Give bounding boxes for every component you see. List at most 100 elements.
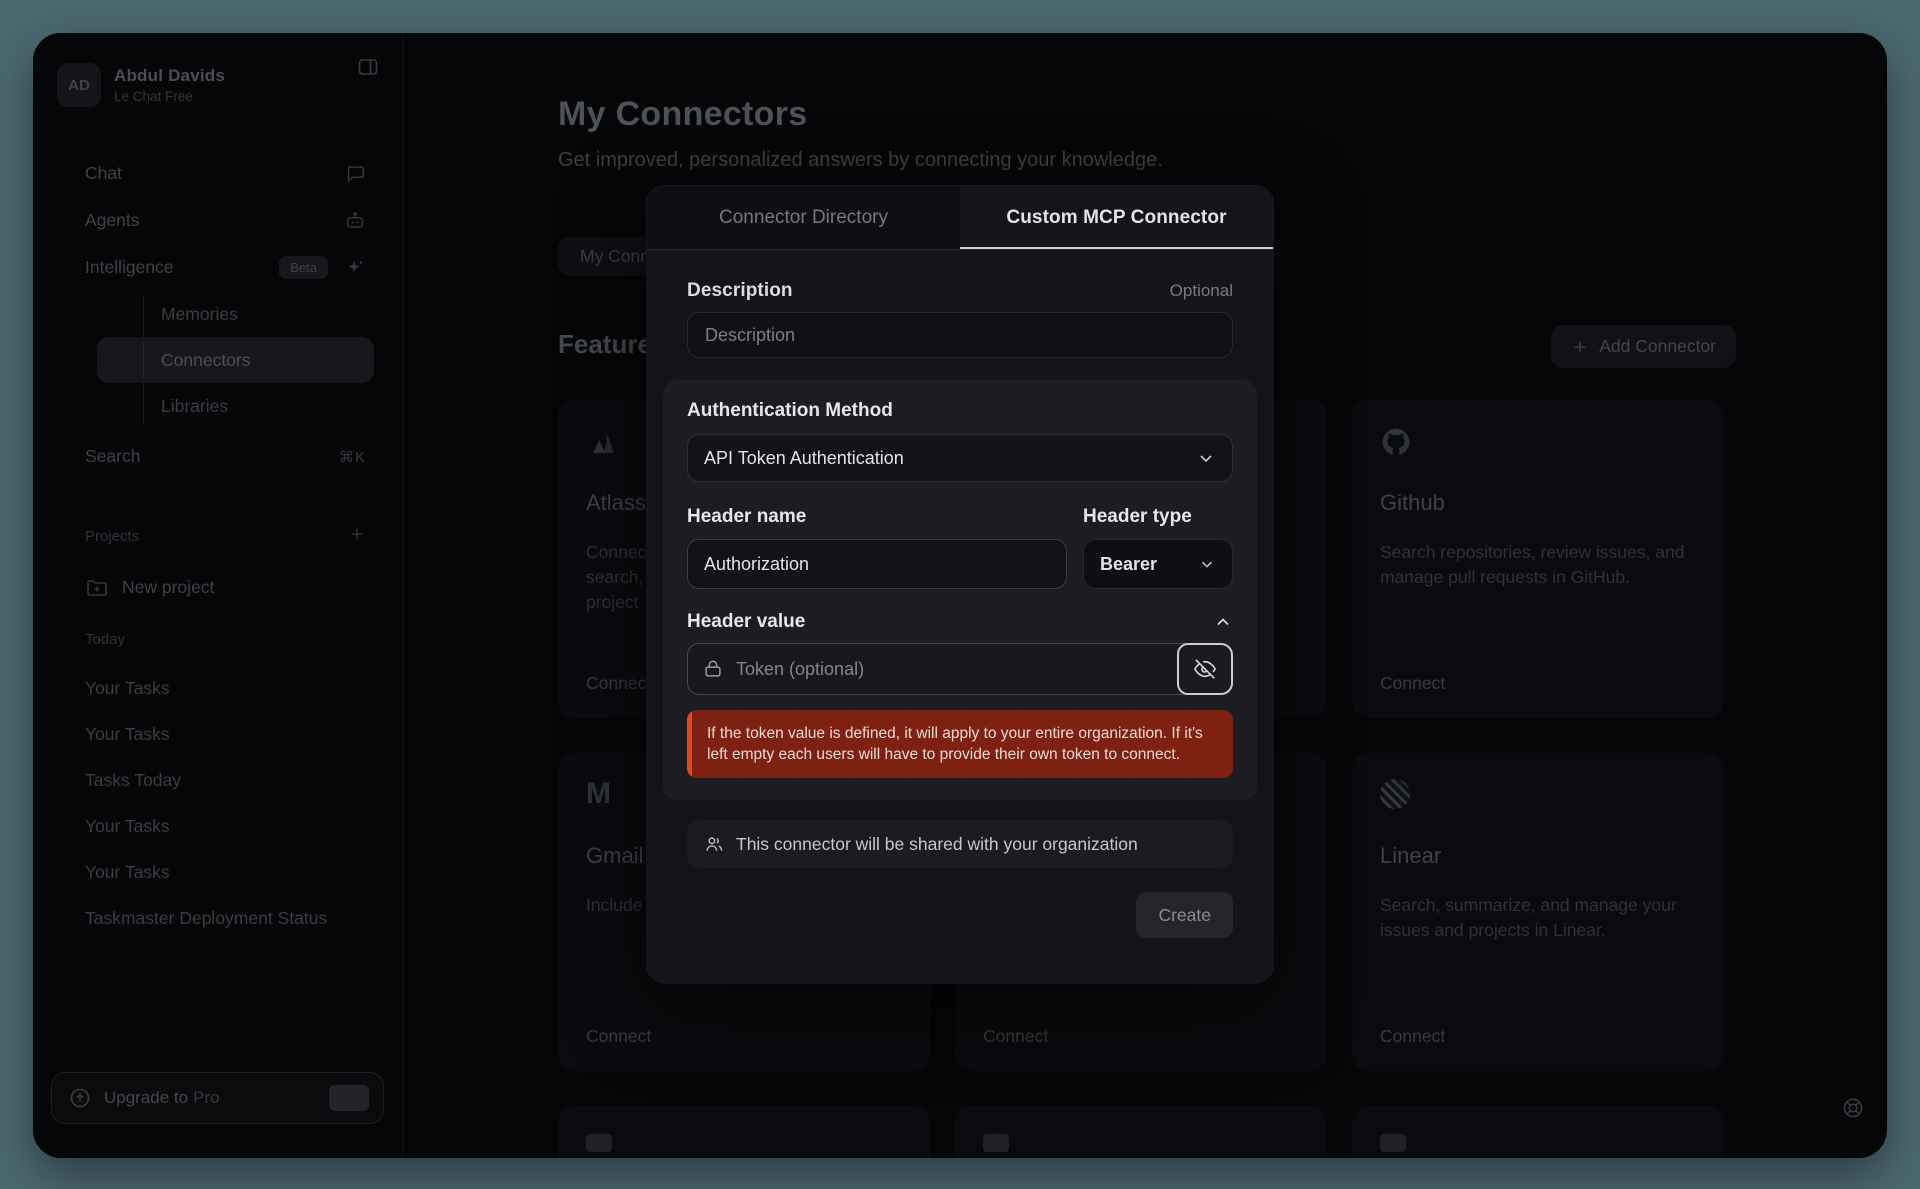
card-description: Search, summarize, and manage your issue… [1380, 893, 1696, 943]
gmail-glyph: M [586, 779, 610, 809]
sidebar-item-agents[interactable]: Agents [55, 197, 380, 244]
projects-label-text: Projects [85, 528, 139, 545]
sidebar-item-chat[interactable]: Chat [55, 150, 380, 197]
sidebar-item-connectors[interactable]: Connectors [97, 337, 374, 383]
token-field [687, 643, 1233, 695]
upgrade-plan-label: Pro [193, 1088, 219, 1108]
plus-icon [1571, 338, 1589, 356]
card-icon-placeholder [1380, 1134, 1406, 1152]
account-name: Abdul Davids [114, 66, 225, 86]
upgrade-label: Upgrade to [104, 1088, 188, 1108]
authentication-method-label: Authentication Method [687, 400, 1233, 422]
connect-button[interactable]: Connect [586, 1026, 651, 1047]
app-window: AD Abdul Davids Le Chat Free Chat Ag [33, 33, 1887, 1158]
new-project-label: New project [122, 577, 214, 598]
token-input[interactable] [687, 643, 1233, 695]
custom-mcp-connector-modal: Connector Directory Custom MCP Connector… [647, 186, 1273, 983]
warning-text: If the token value is defined, it will a… [692, 710, 1233, 778]
new-project-button[interactable]: New project [55, 564, 380, 611]
github-icon [1380, 426, 1696, 462]
modal-body: Description Optional Authentication Meth… [647, 250, 1273, 938]
share-notice: This connector will be shared with your … [687, 820, 1233, 868]
today-section-label: Today [55, 625, 380, 653]
pro-card-thumbnail [329, 1085, 369, 1111]
header-type-select[interactable]: Bearer [1083, 539, 1233, 589]
modal-tabs: Connector Directory Custom MCP Connector [647, 186, 1273, 250]
connector-card-github: Github Search repositories, review issue… [1352, 400, 1724, 718]
chevron-down-icon [1196, 448, 1216, 468]
connect-button[interactable]: Connect [1380, 1026, 1445, 1047]
plus-icon[interactable] [348, 525, 366, 547]
sidebar-nav: Chat Agents Intelligence Beta [33, 150, 402, 941]
linear-icon [1380, 779, 1696, 815]
list-item[interactable]: Your Tasks [55, 849, 380, 895]
tab-custom-mcp-connector[interactable]: Custom MCP Connector [960, 186, 1273, 249]
sidebar-item-label: Chat [85, 163, 122, 184]
card-title: Github [1380, 490, 1696, 516]
avatar: AD [57, 63, 101, 107]
bot-icon [344, 210, 366, 232]
connect-button[interactable]: Connect [983, 1026, 1048, 1047]
sidebar-item-label: Connectors [161, 350, 251, 371]
description-field-header: Description Optional [687, 280, 1233, 302]
chevron-up-icon[interactable] [1213, 612, 1233, 632]
desktop-background: AD Abdul Davids Le Chat Free Chat Ag [0, 0, 1920, 1189]
task-list: Your Tasks Your Tasks Tasks Today Your T… [55, 665, 380, 941]
connector-card-linear: Linear Search, summarize, and manage you… [1352, 753, 1724, 1071]
authentication-method-select[interactable]: API Token Authentication [687, 434, 1233, 482]
card-description: Search repositories, review issues, and … [1380, 540, 1696, 590]
account-header[interactable]: AD Abdul Davids Le Chat Free [33, 33, 402, 107]
account-plan: Le Chat Free [114, 89, 225, 104]
connect-button[interactable]: Connect [1380, 673, 1445, 694]
sidebar-item-intelligence[interactable]: Intelligence Beta [55, 244, 380, 291]
sidebar-item-label: Agents [85, 210, 139, 231]
users-icon [704, 834, 725, 855]
beta-badge: Beta [279, 256, 328, 279]
account-info: Abdul Davids Le Chat Free [114, 66, 225, 104]
header-fields-row: Header name Header type Bearer [687, 506, 1233, 589]
sidebar-item-memories[interactable]: Memories [55, 291, 380, 337]
add-connector-label: Add Connector [1599, 336, 1716, 357]
card-title: Linear [1380, 843, 1696, 869]
selected-method: API Token Authentication [704, 448, 904, 469]
folder-plus-icon [85, 576, 109, 600]
description-input[interactable] [687, 312, 1233, 358]
list-item[interactable]: Your Tasks [55, 665, 380, 711]
chevron-down-icon [1198, 555, 1216, 573]
create-button[interactable]: Create [1136, 892, 1233, 938]
list-item[interactable]: Tasks Today [55, 757, 380, 803]
sparkle-icon [344, 257, 366, 279]
sidebar-item-search[interactable]: Search ⌘K [55, 433, 380, 480]
connect-button[interactable]: Connec [586, 673, 646, 694]
sidebar: AD Abdul Davids Le Chat Free Chat Ag [33, 33, 403, 1158]
sidebar-item-label: Intelligence [85, 257, 174, 278]
page-subtitle: Get improved, personalized answers by co… [558, 149, 1887, 172]
header-value-label: Header value [687, 611, 805, 633]
list-item[interactable]: Taskmaster Deployment Status [55, 895, 380, 941]
card-icon-placeholder [586, 1134, 612, 1152]
tab-connector-directory[interactable]: Connector Directory [647, 186, 960, 249]
selected-header-type: Bearer [1100, 554, 1157, 575]
header-name-input[interactable] [687, 539, 1067, 589]
eye-off-icon[interactable] [1177, 643, 1233, 695]
card-icon-placeholder [983, 1134, 1009, 1152]
add-connector-button[interactable]: Add Connector [1551, 325, 1736, 368]
header-name-label: Header name [687, 506, 1067, 528]
circle-up-icon [68, 1086, 92, 1110]
share-notice-text: This connector will be shared with your … [736, 834, 1138, 855]
help-icon[interactable] [1841, 1096, 1865, 1120]
list-item[interactable]: Your Tasks [55, 803, 380, 849]
search-shortcut: ⌘K [339, 448, 366, 466]
list-item[interactable]: Your Tasks [55, 711, 380, 757]
sidebar-item-label: Search [85, 446, 140, 467]
connector-card-cutoff [955, 1106, 1327, 1158]
upgrade-to-pro-button[interactable]: Upgrade to Pro [51, 1072, 384, 1124]
header-type-label: Header type [1083, 506, 1233, 528]
intelligence-subnav: Memories Connectors Libraries [55, 291, 380, 429]
panel-collapse-icon[interactable] [356, 55, 380, 84]
description-label: Description [687, 280, 793, 302]
sidebar-item-libraries[interactable]: Libraries [55, 383, 380, 429]
page-title: My Connectors [558, 95, 1887, 134]
authentication-panel: Authentication Method API Token Authenti… [663, 380, 1257, 800]
sidebar-item-label: Libraries [161, 396, 228, 417]
